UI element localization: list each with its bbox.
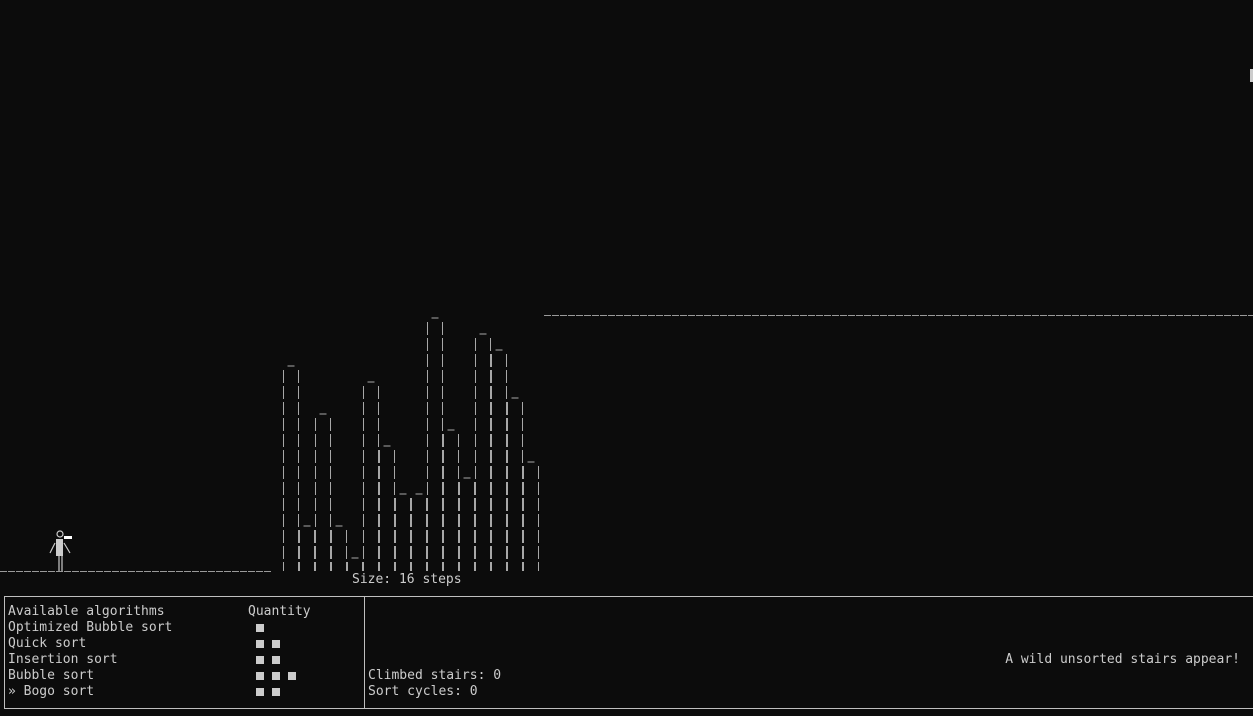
quantity-square [256, 624, 264, 632]
stair-step [395, 493, 411, 571]
size-label: Size: 16 steps [352, 572, 462, 587]
quantity-square [256, 688, 264, 696]
player-sprite [49, 530, 72, 571]
algorithm-item-insertion-sort[interactable]: Insertion sort [8, 652, 118, 668]
stairs-scene [0, 315, 1253, 572]
stair-step [491, 349, 507, 571]
climbed-stairs-counter: Climbed stairs: 0 [368, 668, 502, 683]
quantity-optimized-bubble-sort [256, 624, 264, 632]
status-panel: A wild unsorted stairs appear! Climbed s… [364, 69, 1253, 709]
sort-cycles-counter: Sort cycles: 0 [368, 684, 478, 699]
quantity-square [272, 640, 280, 648]
quantity-bubble-sort [256, 672, 296, 680]
stair-step [331, 525, 347, 571]
quantity-square [272, 688, 280, 696]
quantity-quick-sort [256, 640, 280, 648]
stair-step [363, 381, 379, 571]
quantity-square [272, 656, 280, 664]
algorithms-header: Available algorithms [8, 604, 165, 619]
stair-step [427, 317, 443, 571]
stair-step [283, 365, 299, 571]
algorithms-panel: Available algorithms Quantity Optimized … [4, 596, 365, 709]
status-message: A wild unsorted stairs appear! [1005, 652, 1240, 667]
stair-step [299, 525, 315, 571]
stair-step [443, 429, 459, 571]
stair-step [379, 445, 395, 571]
stair-step [347, 557, 363, 571]
stair-step [411, 493, 427, 571]
stair-step [459, 477, 475, 571]
quantity-square [272, 672, 280, 680]
quantity-header: Quantity [248, 604, 311, 619]
quantity-square [256, 672, 264, 680]
algorithm-item-optimized-bubble-sort[interactable]: Optimized Bubble sort [8, 620, 172, 636]
quantity-bogo-sort [256, 688, 280, 696]
quantity-square [288, 672, 296, 680]
algorithm-item-bogo-sort-selected[interactable]: » Bogo sort [8, 684, 94, 700]
stair-step [523, 461, 539, 571]
quantity-insertion-sort [256, 656, 280, 664]
quantity-square [256, 656, 264, 664]
algorithm-item-bubble-sort[interactable]: Bubble sort [8, 668, 94, 684]
stair-step [507, 397, 523, 571]
algorithm-item-quick-sort[interactable]: Quick sort [8, 636, 86, 652]
stair-step [475, 333, 491, 571]
stair-step [315, 413, 331, 571]
game-screen: Size: 16 steps Available algorithms Quan… [0, 0, 1253, 716]
quantity-square [256, 640, 264, 648]
